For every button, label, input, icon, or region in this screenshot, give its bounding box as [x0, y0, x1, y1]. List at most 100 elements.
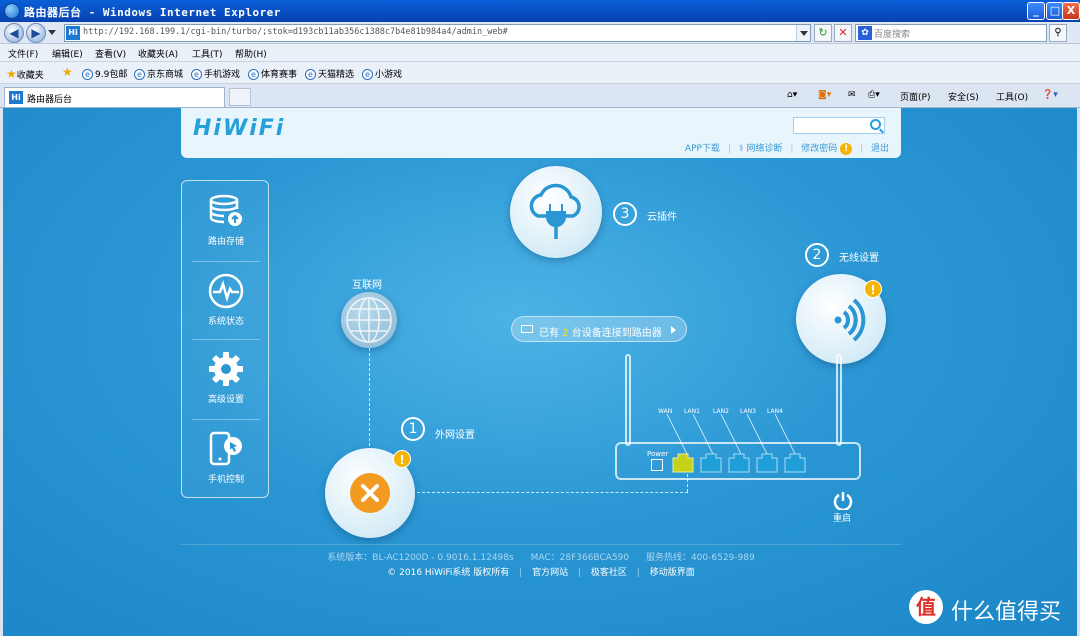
new-tab-button[interactable]	[229, 88, 251, 106]
fav-item-games[interactable]: e 手机游戏	[191, 67, 240, 80]
tab-router-admin[interactable]: Hi 路由器后台	[4, 87, 225, 107]
logout-link[interactable]: 退出	[871, 144, 889, 154]
home-icon[interactable]: ⌂▾	[787, 90, 797, 100]
page-footer: 系统版本：BL-AC1200D - 0.9016.1.12498s MAC：28…	[181, 544, 901, 578]
add-favorite-icon[interactable]: ★	[62, 65, 73, 79]
ie-icon	[4, 3, 20, 19]
reboot-label[interactable]: 重启	[833, 511, 851, 524]
power-label: Power	[647, 450, 669, 458]
command-tools[interactable]: 工具(O)	[996, 90, 1028, 103]
command-safety[interactable]: 安全(S)	[948, 90, 979, 103]
copyright: © 2016 HiWiFi系统 版权所有	[387, 568, 510, 578]
firmware-version: 系统版本：BL-AC1200D - 0.9016.1.12498s	[327, 553, 514, 563]
site-favicon: Hi	[66, 26, 80, 40]
print-icon[interactable]: ⎙▾	[868, 90, 880, 100]
address-dropdown-icon[interactable]	[796, 25, 810, 41]
wan-warning-icon: !	[393, 450, 411, 468]
mail-icon[interactable]: ✉	[848, 90, 856, 100]
network-diagnosis-link[interactable]: 网络诊断	[746, 144, 782, 154]
menu-bar: 文件(F) 编辑(E) 查看(V) 收藏夹(A) 工具(T) 帮助(H)	[0, 44, 1080, 62]
internet-label: 互联网	[352, 280, 382, 291]
wan-settings-label: 外网设置	[435, 430, 475, 441]
step-number-3: 3	[613, 202, 637, 226]
power-icon[interactable]	[833, 490, 853, 510]
minimize-button[interactable]: _	[1027, 2, 1045, 20]
tab-label: 路由器后台	[27, 95, 73, 105]
menu-edit[interactable]: 编辑(E)	[52, 47, 83, 60]
footer-links: © 2016 HiWiFi系统 版权所有 | 官方网站 | 极客社区 | 移动版…	[387, 568, 695, 578]
mac-address: MAC：28F366BCA590	[530, 553, 630, 563]
connected-devices-text: 已有 2 台设备连接到路由器	[539, 328, 662, 339]
sidebar-item-label: 路由存储	[207, 237, 244, 247]
fav-item-tmall[interactable]: e 天猫精选	[305, 67, 354, 80]
ie-page-icon: e	[191, 69, 202, 80]
forward-button[interactable]: ▶	[26, 23, 46, 43]
connected-devices-button[interactable]: 已有 2 台设备连接到路由器	[511, 316, 687, 342]
fav-item-jd[interactable]: e 京东商城	[134, 67, 183, 80]
sidebar-item-status[interactable]: 系统状态	[182, 261, 270, 339]
menu-favorites[interactable]: 收藏夹(A)	[138, 47, 178, 60]
menu-view[interactable]: 查看(V)	[95, 47, 126, 60]
history-dropdown-icon[interactable]	[48, 30, 56, 35]
power-port	[651, 459, 663, 471]
back-button[interactable]: ◀	[4, 23, 24, 43]
wan-connector	[417, 492, 688, 493]
device-count: 2	[562, 328, 569, 339]
favorites-button[interactable]: ★收藏夹	[6, 67, 44, 81]
community-link[interactable]: 极客社区	[591, 568, 627, 578]
chevron-right-icon	[671, 326, 676, 334]
search-go-button[interactable]: ⚲	[1049, 24, 1067, 42]
stethoscope-icon: ⚕	[738, 144, 744, 154]
fav-item-baoyou[interactable]: e 9.9包邮	[82, 67, 127, 80]
sidebar: 路由存储 系统状态 高级设置 手机控制	[181, 180, 269, 498]
smzdm-logo-icon: 值	[909, 590, 943, 624]
sidebar-item-advanced[interactable]: 高级设置	[182, 339, 270, 417]
search-input[interactable]: ✿ 百度搜索	[855, 24, 1047, 42]
close-button[interactable]: X	[1062, 2, 1080, 20]
page-header: HiWiFi APP下载 | ⚕ 网络诊断 | 修改密码 ! | 退出	[181, 108, 901, 158]
fav-item-sports[interactable]: e 体育赛事	[248, 67, 297, 80]
mobile-version-link[interactable]: 移动版界面	[650, 568, 695, 578]
sidebar-item-label: 手机控制	[207, 475, 244, 485]
ie-page-icon: e	[305, 69, 316, 80]
globe-icon	[346, 297, 392, 343]
search-icon[interactable]	[870, 119, 881, 130]
ethernet-ports	[672, 453, 806, 473]
header-search-input[interactable]	[793, 117, 885, 134]
search-placeholder: 百度搜索	[874, 30, 911, 40]
command-page[interactable]: 页面(P)	[900, 90, 930, 103]
address-input[interactable]: Hi http://192.168.199.1/cgi-bin/turbo/;s…	[64, 24, 811, 42]
cloud-plugin-button[interactable]	[510, 166, 602, 258]
menu-tools[interactable]: 工具(T)	[192, 47, 223, 60]
help-icon[interactable]: ❓▾	[1042, 90, 1058, 100]
app-download-link[interactable]: APP下载	[685, 144, 720, 154]
window-titlebar: 路由器后台 - Windows Internet Explorer _ □ X	[0, 0, 1080, 22]
cloud-plugin-label: 云插件	[647, 212, 677, 223]
router-antenna-left	[625, 354, 631, 446]
refresh-button[interactable]: ↻	[814, 24, 832, 42]
rss-icon[interactable]: ◙▾	[818, 90, 831, 100]
address-toolbar: ◀ ▶ Hi http://192.168.199.1/cgi-bin/turb…	[0, 22, 1080, 44]
hiwifi-logo: HiWiFi	[193, 116, 286, 141]
star-icon: ★	[6, 67, 17, 81]
database-icon	[209, 194, 242, 226]
fav-item-minigames[interactable]: e 小游戏	[362, 67, 402, 80]
tab-bar: Hi 路由器后台 ⌂▾ ◙▾ ✉ ⎙▾ 页面(P) 安全(S) 工具(O) ❓▾	[0, 84, 1080, 108]
ie-page-icon: e	[362, 69, 373, 80]
menu-file[interactable]: 文件(F)	[8, 47, 38, 60]
sidebar-item-mobile[interactable]: 手机控制	[182, 419, 270, 497]
wan-port-connector	[687, 474, 688, 492]
official-site-link[interactable]: 官方网站	[532, 568, 568, 578]
site-favicon: Hi	[9, 91, 23, 104]
system-info: 系统版本：BL-AC1200D - 0.9016.1.12498s MAC：28…	[181, 550, 901, 563]
menu-help[interactable]: 帮助(H)	[235, 47, 267, 60]
stop-button[interactable]: ✕	[834, 24, 852, 42]
sidebar-item-label: 高级设置	[207, 395, 244, 405]
watermark-text: 什么值得买	[951, 600, 1062, 625]
change-password-link[interactable]: 修改密码	[801, 144, 837, 154]
ie-page-icon: e	[134, 69, 145, 80]
favorites-bar: ★收藏夹 ★ e 9.9包邮 e 京东商城 e 手机游戏 e 体育赛事 e 天猫精选 e小…	[0, 62, 1080, 84]
sidebar-item-storage[interactable]: 路由存储	[182, 181, 270, 259]
phone-control-icon	[209, 431, 242, 466]
sidebar-item-label: 系统状态	[207, 317, 244, 327]
